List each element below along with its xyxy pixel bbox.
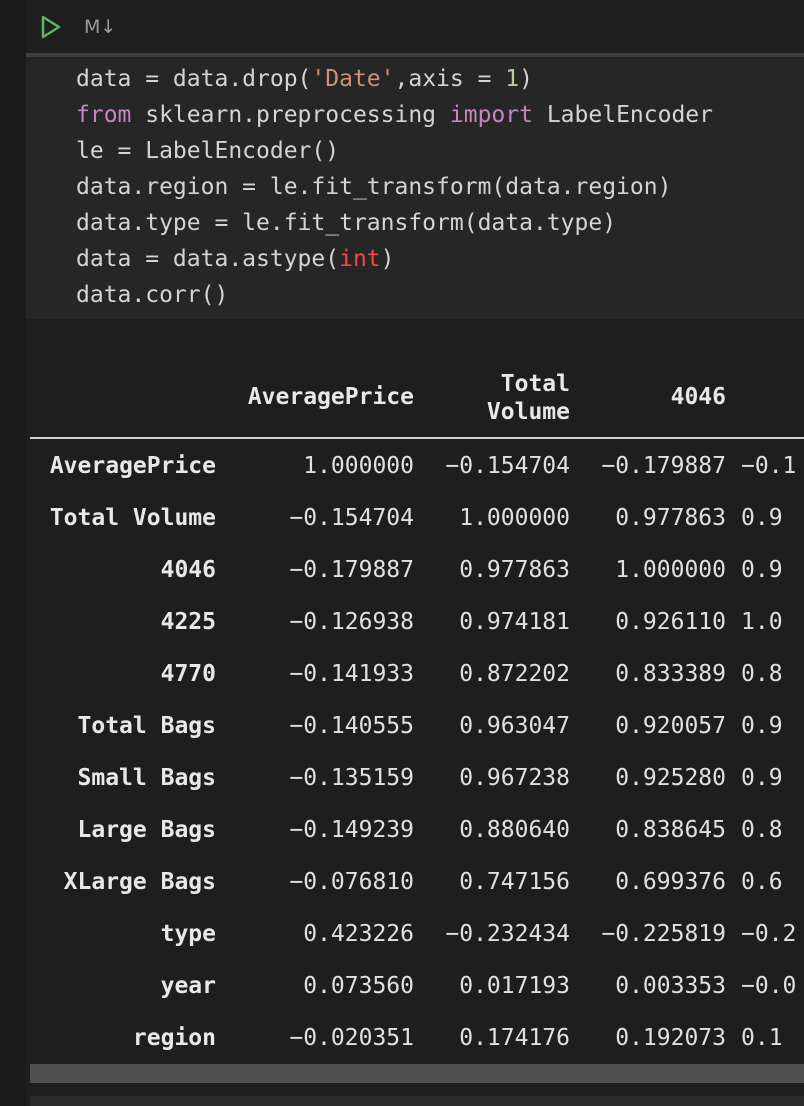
table-cell: 0.872202: [459, 661, 570, 687]
code-line[interactable]: from sklearn.preprocessing import LabelE…: [76, 97, 713, 133]
table-cell: −0.1: [741, 453, 797, 479]
row-label: 4770: [160, 661, 216, 687]
table-cell: 1.000000: [303, 453, 414, 479]
code-token: import: [449, 102, 533, 128]
table-cell: −0.225819: [601, 921, 726, 947]
table-cell: 0.003353: [615, 973, 726, 999]
table-cell: −0.149239: [289, 817, 414, 843]
row-label: Small Bags: [77, 765, 216, 791]
table-cell: −0.179887: [601, 453, 726, 479]
code-token: from: [76, 102, 132, 128]
code-token: data.corr(): [76, 282, 229, 308]
table-cell: 0.977863: [459, 557, 570, 583]
code-token: 'Date': [311, 66, 395, 92]
table-cell: 1.0: [741, 609, 783, 635]
row-label: XLarge Bags: [63, 869, 216, 895]
table-cell: 1.000000: [459, 505, 570, 531]
table-cell: 0.6: [741, 869, 783, 895]
table-cell: −0.0: [741, 973, 797, 999]
cell-type-markdown-toggle[interactable]: M↓: [84, 16, 116, 38]
row-label: type: [160, 921, 216, 947]
table-cell: −0.232434: [445, 921, 570, 947]
table-cell: 0.423226: [303, 921, 414, 947]
code-line[interactable]: data.corr(): [76, 277, 228, 313]
table-cell: −0.154704: [445, 453, 570, 479]
table-cell: −0.126938: [289, 609, 414, 635]
dataframe-output: AveragePrice Total Volume 4046 AveragePrice…: [30, 320, 804, 1106]
code-token: data = data.drop(: [76, 66, 312, 92]
table-cell: 0.977863: [615, 505, 726, 531]
table-cell: 0.699376: [615, 869, 726, 895]
row-label: Large Bags: [77, 817, 216, 843]
table-cell: 0.9: [741, 557, 783, 583]
table-cell: 0.8: [741, 661, 783, 687]
code-line[interactable]: data.type = le.fit_transform(data.type): [76, 205, 616, 241]
code-token: le = LabelEncoder(): [76, 138, 340, 164]
horizontal-scrollbar[interactable]: [30, 1064, 804, 1083]
row-label: Total Volume: [49, 505, 216, 531]
table-cell: −0.141933: [289, 661, 414, 687]
column-header: 4046: [670, 384, 726, 410]
table-cell: −0.076810: [289, 869, 414, 895]
table-cell: 0.963047: [459, 713, 570, 739]
code-token: 1: [505, 66, 520, 92]
code-line[interactable]: data.region = le.fit_transform(data.regi…: [76, 169, 671, 205]
table-cell: 0.017193: [459, 973, 570, 999]
code-token: data.region = le.fit_transform(data.regi…: [76, 174, 672, 200]
row-label: 4225: [160, 609, 216, 635]
table-cell: −0.140555: [289, 713, 414, 739]
table-cell: 0.747156: [459, 869, 570, 895]
table-cell: 0.8: [741, 817, 783, 843]
row-label: AveragePrice: [49, 453, 216, 479]
code-cell-editor[interactable]: data = data.drop('Date',axis = 1) from sk…: [26, 57, 804, 319]
code-token: ,axis =: [394, 66, 506, 92]
header-divider: [30, 437, 804, 439]
cell-toolbar: M↓: [26, 0, 804, 54]
table-cell: 0.9: [741, 765, 783, 791]
row-label: Total Bags: [77, 713, 216, 739]
play-icon[interactable]: [40, 15, 62, 39]
code-token: data = data.astype(: [76, 246, 340, 272]
code-token: ): [380, 246, 395, 272]
table-cell: 0.9: [741, 713, 783, 739]
table-cell: 0.073560: [303, 973, 414, 999]
table-cell: 0.926110: [615, 609, 726, 635]
table-cell: 0.833389: [615, 661, 726, 687]
table-cell: −0.020351: [289, 1025, 414, 1051]
code-token: data.type = le.fit_transform(data.type): [76, 210, 617, 236]
table-cell: 0.174176: [459, 1025, 570, 1051]
table-cell: 0.9: [741, 505, 783, 531]
table-cell: −0.2: [741, 921, 797, 947]
row-label: region: [132, 1025, 216, 1051]
table-cell: −0.179887: [289, 557, 414, 583]
code-token: LabelEncoder: [532, 102, 713, 128]
code-token: sklearn.preprocessing: [131, 102, 450, 128]
table-cell: 1.000000: [615, 557, 726, 583]
code-token: int: [339, 246, 381, 272]
table-cell: −0.135159: [289, 765, 414, 791]
code-line[interactable]: le = LabelEncoder(): [76, 133, 339, 169]
row-label: year: [160, 973, 216, 999]
code-token: ): [519, 66, 533, 92]
table-cell: −0.154704: [289, 505, 414, 531]
code-line[interactable]: data = data.drop('Date',axis = 1): [76, 61, 533, 97]
table-cell: 0.967238: [459, 765, 570, 791]
table-cell: 0.838645: [615, 817, 726, 843]
table-cell: 0.1: [741, 1025, 783, 1051]
table-cell: 0.880640: [459, 817, 570, 843]
left-gutter: [0, 0, 26, 1106]
table-cell: 0.925280: [615, 765, 726, 791]
output-bottom-strip: [30, 1096, 804, 1106]
code-line[interactable]: data = data.astype(int): [76, 241, 395, 277]
table-cell: 0.974181: [459, 609, 570, 635]
table-cell: 0.192073: [615, 1025, 726, 1051]
table-cell: 0.920057: [615, 713, 726, 739]
row-label: 4046: [160, 557, 216, 583]
